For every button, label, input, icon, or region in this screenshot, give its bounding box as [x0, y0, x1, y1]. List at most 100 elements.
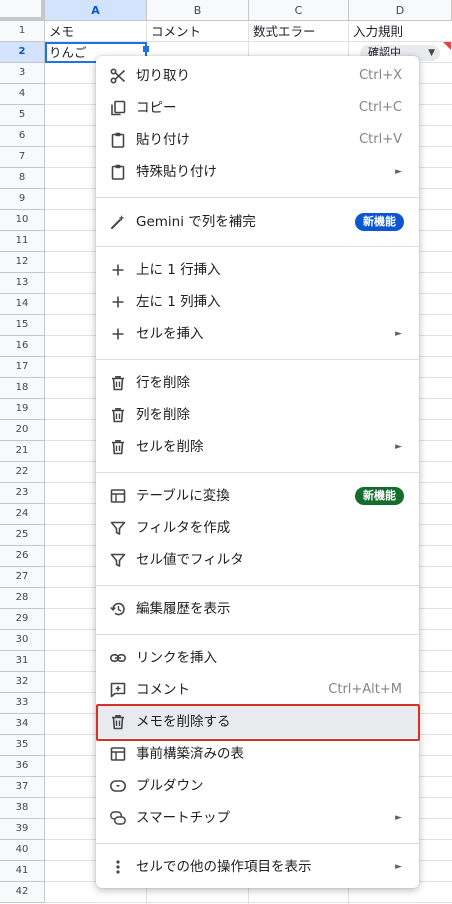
note-indicator-icon: [443, 42, 451, 50]
row-header[interactable]: 9: [0, 189, 45, 210]
menu-item-delete-column[interactable]: 列を削除: [96, 399, 419, 431]
row-header[interactable]: 19: [0, 399, 45, 420]
menu-item-delete-row[interactable]: 行を削除: [96, 367, 419, 399]
fill-handle[interactable]: [143, 46, 149, 52]
row-header[interactable]: 30: [0, 630, 45, 651]
row-header[interactable]: 22: [0, 462, 45, 483]
select-all-corner[interactable]: [0, 0, 45, 21]
menu-item-create-filter[interactable]: フィルタを作成: [96, 512, 419, 544]
row-header[interactable]: 1: [0, 21, 45, 42]
table-icon: [109, 487, 127, 505]
row-header[interactable]: 24: [0, 504, 45, 525]
menu-item-insert-row-above[interactable]: 上に 1 行挿入: [96, 254, 419, 286]
row-header[interactable]: 38: [0, 798, 45, 819]
menu-item-cut[interactable]: 切り取り Ctrl+X: [96, 60, 419, 92]
menu-item-convert-to-table[interactable]: テーブルに変換 新機能: [96, 480, 419, 512]
row-header[interactable]: 29: [0, 609, 45, 630]
row-header[interactable]: 14: [0, 294, 45, 315]
row-header[interactable]: 32: [0, 672, 45, 693]
row-header[interactable]: 42: [0, 882, 45, 903]
menu-divider: [96, 472, 419, 473]
row-header[interactable]: 34: [0, 714, 45, 735]
row-header[interactable]: 13: [0, 273, 45, 294]
row-header[interactable]: 12: [0, 252, 45, 273]
menu-item-paste[interactable]: 貼り付け Ctrl+V: [96, 124, 419, 156]
cell-b1[interactable]: コメント: [147, 21, 249, 42]
menu-item-comment[interactable]: コメント Ctrl+Alt+M: [96, 674, 419, 706]
menu-item-insert-column-left[interactable]: 左に 1 列挿入: [96, 286, 419, 318]
trash-icon: [109, 438, 127, 456]
row-header[interactable]: 40: [0, 840, 45, 861]
row-header[interactable]: 18: [0, 378, 45, 399]
row-header[interactable]: 39: [0, 819, 45, 840]
dropdown-icon: [109, 777, 127, 795]
row-header[interactable]: 25: [0, 525, 45, 546]
menu-item-dropdown[interactable]: プルダウン: [96, 770, 419, 802]
row-header[interactable]: 7: [0, 147, 45, 168]
menu-divider: [96, 634, 419, 635]
row-header[interactable]: 41: [0, 861, 45, 882]
menu-item-gemini-autofill[interactable]: Gemini で列を補完 新機能: [96, 206, 419, 238]
row-header[interactable]: 35: [0, 735, 45, 756]
row-header[interactable]: 11: [0, 231, 45, 252]
menu-item-smart-chips[interactable]: スマートチップ ►: [96, 802, 419, 834]
menu-item-filter-by-cell-value[interactable]: セル値でフィルタ: [96, 544, 419, 576]
menu-divider: [96, 585, 419, 586]
clipboard-icon: [109, 131, 127, 149]
history-icon: [109, 600, 127, 618]
menu-item-edit-history[interactable]: 編集履歴を表示: [96, 593, 419, 625]
menu-item-insert-cells[interactable]: セルを挿入 ►: [96, 318, 419, 350]
submenu-arrow-icon: ►: [395, 813, 402, 823]
row-header[interactable]: 37: [0, 777, 45, 798]
column-header-b[interactable]: B: [147, 0, 249, 21]
menu-item-label: セル値でフィルタ: [136, 552, 244, 568]
cell-d1[interactable]: 入力規則: [349, 21, 452, 42]
menu-divider: [96, 197, 419, 198]
column-header-c[interactable]: C: [249, 0, 349, 21]
menu-item-copy[interactable]: コピー Ctrl+C: [96, 92, 419, 124]
filter-icon: [109, 551, 127, 569]
menu-item-label: フィルタを作成: [136, 520, 231, 536]
menu-item-paste-special[interactable]: 特殊貼り付け ►: [96, 156, 419, 188]
row-header[interactable]: 4: [0, 84, 45, 105]
menu-item-more-cell-actions[interactable]: セルでの他の操作項目を表示 ►: [96, 851, 419, 883]
row-header[interactable]: 8: [0, 168, 45, 189]
row-header[interactable]: 5: [0, 105, 45, 126]
menu-item-delete-cells[interactable]: セルを削除 ►: [96, 431, 419, 463]
cell-a1[interactable]: メモ: [45, 21, 147, 42]
menu-item-insert-link[interactable]: リンクを挿入: [96, 642, 419, 674]
shortcut-label: Ctrl+C: [358, 100, 402, 115]
row-header[interactable]: 31: [0, 651, 45, 672]
row-header[interactable]: 21: [0, 441, 45, 462]
row-header[interactable]: 23: [0, 483, 45, 504]
menu-item-label: 事前構築済みの表: [136, 746, 244, 762]
smart-chip-icon: [109, 809, 127, 827]
column-header-a[interactable]: A: [45, 0, 147, 21]
menu-item-label: プルダウン: [136, 778, 204, 794]
column-header-d[interactable]: D: [349, 0, 452, 21]
row-header[interactable]: 36: [0, 756, 45, 777]
menu-item-prebuilt-table[interactable]: 事前構築済みの表: [96, 738, 419, 770]
submenu-arrow-icon: ►: [395, 167, 402, 177]
submenu-arrow-icon: ►: [395, 329, 402, 339]
row-header[interactable]: 16: [0, 336, 45, 357]
row-header[interactable]: 10: [0, 210, 45, 231]
row-header[interactable]: 2: [0, 42, 45, 63]
menu-item-label: 編集履歴を表示: [136, 601, 231, 617]
row-header[interactable]: 3: [0, 63, 45, 84]
submenu-arrow-icon: ►: [395, 862, 402, 872]
row-header[interactable]: 6: [0, 126, 45, 147]
row-header[interactable]: 28: [0, 588, 45, 609]
row-header[interactable]: 26: [0, 546, 45, 567]
cell-c1[interactable]: 数式エラー: [249, 21, 349, 42]
menu-item-label: テーブルに変換: [136, 488, 230, 504]
row-header[interactable]: 33: [0, 693, 45, 714]
row-header[interactable]: 15: [0, 315, 45, 336]
submenu-arrow-icon: ►: [395, 442, 402, 452]
trash-icon: [109, 374, 127, 392]
row-header[interactable]: 20: [0, 420, 45, 441]
link-icon: [109, 649, 127, 667]
row-header[interactable]: 27: [0, 567, 45, 588]
clipboard-icon: [109, 163, 127, 181]
row-header[interactable]: 17: [0, 357, 45, 378]
